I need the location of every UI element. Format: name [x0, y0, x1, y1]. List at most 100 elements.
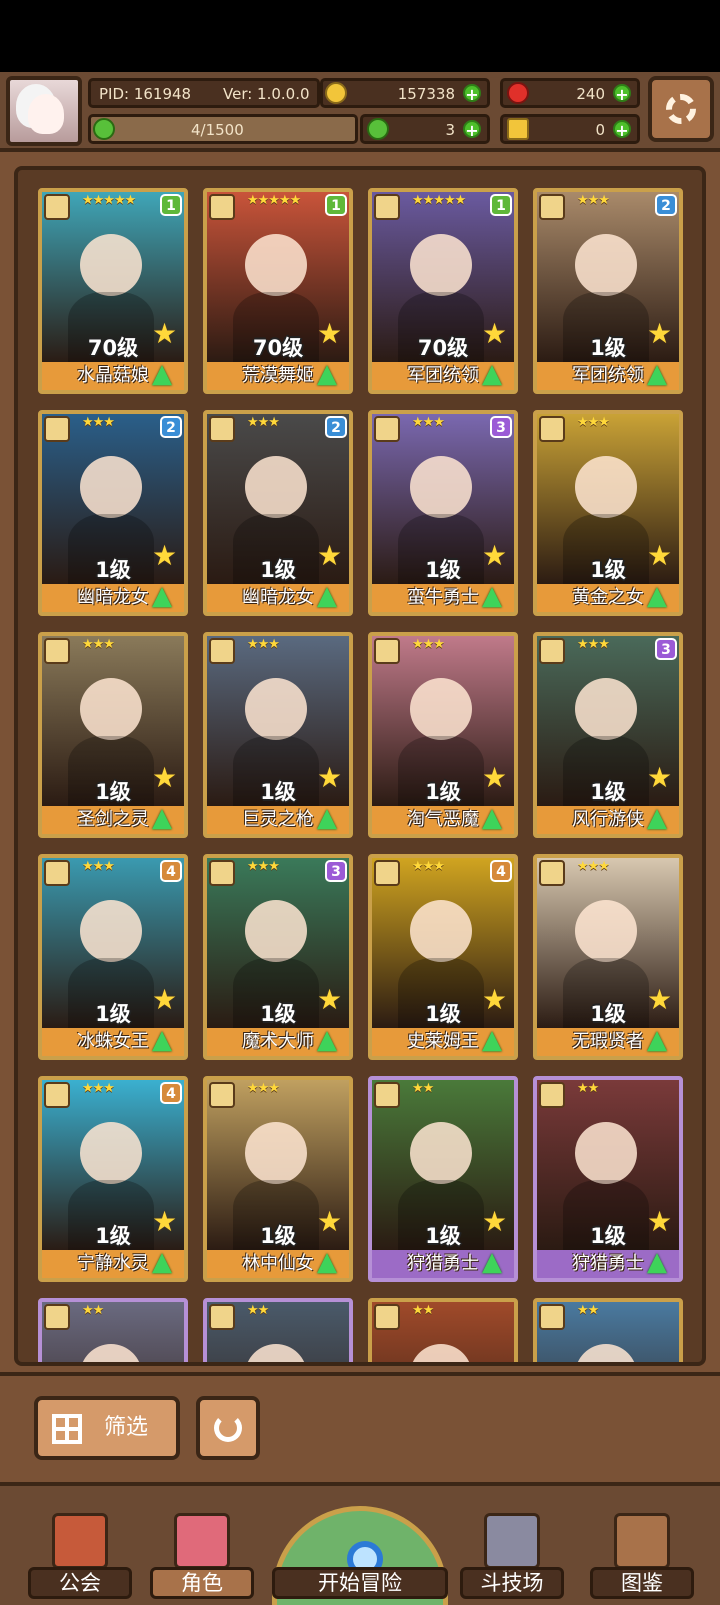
settings-button[interactable]	[648, 76, 714, 142]
star-upgrade-icon[interactable]: ★	[317, 320, 347, 350]
level-up-arrow-icon[interactable]: ▲	[152, 582, 182, 612]
level-up-arrow-icon[interactable]: ▲	[317, 582, 347, 612]
star-upgrade-icon[interactable]: ★	[152, 764, 182, 794]
character-card[interactable]: ★★ 1级 ★ 狩猎勇士 ▲	[533, 1076, 683, 1282]
level-up-arrow-icon[interactable]: ▲	[152, 1026, 182, 1056]
character-grid[interactable]: ★★★★★ 1 70级 ★ 水晶菇娘 ▲ ★★★★★ 1 70级 ★ 荒漠舞姬 ▲ ★★★★★ 1 70级 ★…	[14, 166, 706, 1366]
gem-plus-button[interactable]: +	[613, 84, 631, 103]
star-upgrade-icon[interactable]: ★	[647, 986, 677, 1016]
star-upgrade-icon[interactable]: ★	[482, 764, 512, 794]
star-rating: ★★★	[247, 1081, 280, 1096]
level-up-arrow-icon[interactable]: ▲	[482, 582, 512, 612]
character-card[interactable]: ★★★ 1级 ★ 无瑕贤者 ▲	[533, 854, 683, 1060]
star-upgrade-icon[interactable]: ★	[647, 1208, 677, 1238]
character-card[interactable]: ★★★★★ 1 70级 ★ 荒漠舞姬 ▲	[203, 188, 353, 394]
level-up-arrow-icon[interactable]: ▲	[152, 360, 182, 390]
level-up-arrow-icon[interactable]: ▲	[647, 804, 677, 834]
star-rating: ★★★★★	[247, 193, 301, 208]
star-upgrade-icon[interactable]: ★	[152, 986, 182, 1016]
level-up-arrow-icon[interactable]: ▲	[317, 360, 347, 390]
star-upgrade-icon[interactable]: ★	[482, 320, 512, 350]
character-card[interactable]: ★★★ 2 1级 ★ 幽暗龙女 ▲	[38, 410, 188, 616]
character-card[interactable]: ★★★ 1级 ★ 巨灵之枪 ▲	[203, 632, 353, 838]
level-up-arrow-icon[interactable]: ▲	[317, 1248, 347, 1278]
star-upgrade-icon[interactable]: ★	[482, 542, 512, 572]
star-rating: ★★★	[247, 637, 280, 652]
level-up-arrow-icon[interactable]: ▲	[152, 1248, 182, 1278]
level-up-arrow-icon[interactable]: ▲	[152, 804, 182, 834]
character-card[interactable]: ★★★★★ 1 70级 ★ 军团统领 ▲	[368, 188, 518, 394]
level-up-arrow-icon[interactable]: ▲	[647, 1026, 677, 1056]
gold-coin-icon	[325, 82, 347, 104]
level-up-arrow-icon[interactable]: ▲	[482, 1026, 512, 1056]
nav-arena[interactable]: 斗技场	[460, 1505, 564, 1605]
character-card[interactable]: ★★★ 4 1级 ★ 史莱姆王 ▲	[368, 854, 518, 1060]
star-upgrade-icon[interactable]: ★	[647, 542, 677, 572]
star-upgrade-icon[interactable]: ★	[482, 986, 512, 1016]
character-card[interactable]: ★★ 1级 ★ 狩猎勇士 ▲	[368, 1076, 518, 1282]
nav-guild-label: 公会	[28, 1567, 132, 1599]
character-card[interactable]: ★★★★★ 1 70级 ★ 水晶菇娘 ▲	[38, 188, 188, 394]
character-card[interactable]: ★★★ 1级 ★ 圣剑之灵 ▲	[38, 632, 188, 838]
star-upgrade-icon[interactable]: ★	[152, 320, 182, 350]
nav-adventure[interactable]: 开始冒险	[272, 1505, 448, 1605]
character-card[interactable]: ★★★ 2 1级 ★ 幽暗龙女 ▲	[203, 410, 353, 616]
gear-icon	[666, 94, 696, 124]
character-card[interactable]: ★★★ 4 1级 ★ 冰蛛女王 ▲	[38, 854, 188, 1060]
filter-label: 筛选	[104, 1415, 149, 1440]
nav-codex-label: 图鉴	[590, 1567, 694, 1599]
level-up-arrow-icon[interactable]: ▲	[647, 1248, 677, 1278]
star-upgrade-icon[interactable]: ★	[647, 320, 677, 350]
star-upgrade-icon[interactable]: ★	[317, 1208, 347, 1238]
gold-plus-button[interactable]: +	[463, 84, 481, 103]
level-up-arrow-icon[interactable]: ▲	[482, 360, 512, 390]
level-up-arrow-icon[interactable]: ▲	[317, 1026, 347, 1056]
level-up-arrow-icon[interactable]: ▲	[647, 582, 677, 612]
star-upgrade-icon[interactable]: ★	[317, 764, 347, 794]
class-type-icon	[374, 638, 400, 664]
red-gem-icon	[507, 82, 529, 104]
star-upgrade-icon[interactable]: ★	[647, 764, 677, 794]
class-type-icon	[374, 1082, 400, 1108]
star-upgrade-icon[interactable]: ★	[317, 986, 347, 1016]
nav-codex[interactable]: 图鉴	[590, 1505, 694, 1605]
character-card[interactable]: ★★★ 3 1级 ★ 风行游侠 ▲	[533, 632, 683, 838]
tier-badge: 2	[655, 194, 677, 216]
class-type-icon	[44, 638, 70, 664]
level-up-arrow-icon[interactable]: ▲	[317, 804, 347, 834]
star-rating: ★★★★★	[412, 193, 466, 208]
character-card[interactable]: ★★	[368, 1298, 518, 1362]
character-card[interactable]: ★★★ 3 1级 ★ 魔术大师 ▲	[203, 854, 353, 1060]
nav-character[interactable]: 角色	[150, 1505, 254, 1605]
star-upgrade-icon[interactable]: ★	[152, 542, 182, 572]
character-card[interactable]: ★★	[38, 1298, 188, 1362]
class-type-icon	[374, 1304, 400, 1330]
character-card[interactable]: ★★★ 1级 ★ 淘气恶魔 ▲	[368, 632, 518, 838]
reset-filter-button[interactable]	[196, 1396, 260, 1460]
nav-guild[interactable]: 公会	[28, 1505, 132, 1605]
player-avatar[interactable]	[6, 76, 82, 146]
level-up-arrow-icon[interactable]: ▲	[647, 360, 677, 390]
level-up-arrow-icon[interactable]: ▲	[482, 804, 512, 834]
character-card[interactable]: ★★	[533, 1298, 683, 1362]
star-upgrade-icon[interactable]: ★	[482, 1208, 512, 1238]
star-rating: ★★★	[412, 859, 445, 874]
key-plus-button[interactable]: +	[613, 120, 631, 139]
class-type-icon	[44, 416, 70, 442]
character-card[interactable]: ★★★ 4 1级 ★ 宁静水灵 ▲	[38, 1076, 188, 1282]
character-card[interactable]: ★★★ 1级 ★ 林中仙女 ▲	[203, 1076, 353, 1282]
class-type-icon	[539, 638, 565, 664]
star-upgrade-icon[interactable]: ★	[317, 542, 347, 572]
filter-button[interactable]: 筛选	[34, 1396, 180, 1460]
star-rating: ★★★	[412, 637, 445, 652]
bottom-nav: 公会 角色 开始冒险 斗技场 图鉴	[0, 1482, 720, 1605]
character-card[interactable]: ★★★ 2 1级 ★ 军团统领 ▲	[533, 188, 683, 394]
clover-plus-button[interactable]: +	[463, 120, 481, 139]
character-card[interactable]: ★★★ 3 1级 ★ 蛮牛勇士 ▲	[368, 410, 518, 616]
class-type-icon	[539, 1304, 565, 1330]
character-card[interactable]: ★★★ 1级 ★ 黄金之女 ▲	[533, 410, 683, 616]
character-card[interactable]: ★★	[203, 1298, 353, 1362]
key-icon	[507, 118, 529, 140]
star-upgrade-icon[interactable]: ★	[152, 1208, 182, 1238]
level-up-arrow-icon[interactable]: ▲	[482, 1248, 512, 1278]
